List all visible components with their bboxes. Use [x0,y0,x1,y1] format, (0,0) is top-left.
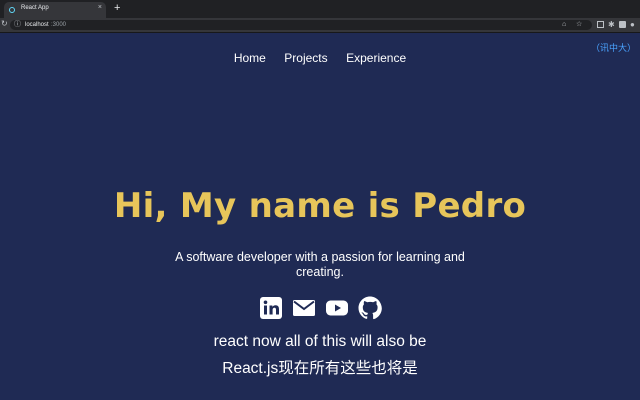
url-port: :3000 [51,22,67,28]
video-subtitle-english: react now all of this will also be [213,333,427,350]
react-favicon-icon [9,7,15,13]
hero-tagline: A software developer with a passion for … [175,250,465,279]
address-bar[interactable]: ⓘ localhost :3000 ⌂ ☆ [10,20,592,30]
site-info-icon[interactable]: ⓘ [14,20,21,30]
bookmark-star-icon[interactable]: ☆ [576,20,582,30]
hero-title: Hi, My name is Pedro [113,186,527,226]
github-icon[interactable] [358,296,382,320]
top-navigation: Home Projects Experience [0,49,640,67]
url-host: localhost [25,22,49,28]
profile-avatar-icon[interactable]: ● [630,21,635,29]
extension-icon[interactable] [597,21,604,28]
sidebar-icon[interactable] [619,21,626,28]
reload-icon[interactable]: ↻ [1,19,8,28]
browser-tab-strip: React App × + [0,0,640,18]
video-subtitle-chinese: React.js现在所有这些也将是 [222,360,418,377]
youtube-icon[interactable] [325,296,349,320]
new-tab-button[interactable]: + [114,1,120,15]
browser-toolbar: ↻ ⓘ localhost :3000 ⌂ ☆ ✱ ● [0,18,640,33]
puzzle-extensions-icon[interactable]: ✱ [608,21,615,29]
tab-close-icon[interactable]: × [98,4,102,11]
tab-title: React App [21,5,49,11]
nav-link-experience[interactable]: Experience [346,51,406,65]
nav-link-projects[interactable]: Projects [284,51,327,65]
browser-tab[interactable]: React App × [4,2,106,18]
nav-link-home[interactable]: Home [234,51,266,65]
linkedin-icon[interactable] [259,296,283,320]
lock-icon[interactable]: ⌂ [562,20,566,30]
social-links [0,296,640,320]
email-icon[interactable] [292,296,316,320]
